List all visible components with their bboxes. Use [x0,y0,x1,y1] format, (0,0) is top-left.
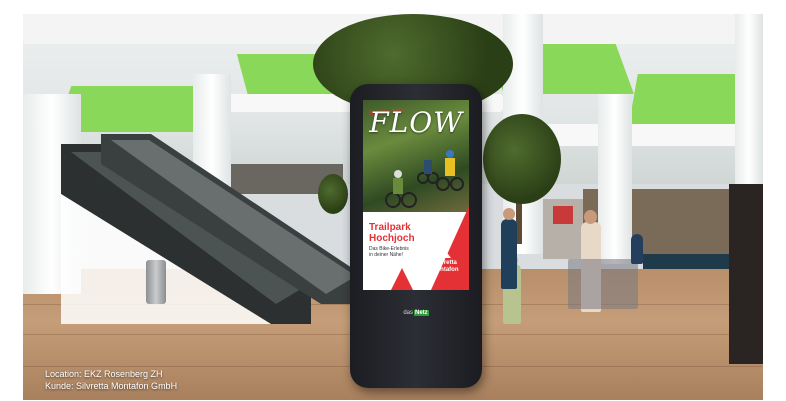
mountain-logo-icon [439,250,451,258]
tree-canopy [318,174,348,214]
kiosk-logo-text: das [403,310,413,316]
poster-subtitle: Das Bike-Erlebnis in deiner Nähe! [369,246,409,258]
poster-red-mountain-shape [431,206,469,290]
caption-location: Location: EKZ Rosenberg ZH [45,369,163,379]
escalator [61,134,361,324]
person-head [503,208,515,220]
caption-client: Kunde: Silvretta Montafon GmbH [45,381,178,391]
digital-signage-kiosk: Spüre den FLOW Trailpark Hochjoch Das Bi… [350,84,482,388]
shop-sign [553,206,573,224]
person-head [584,210,597,224]
pillar [598,94,632,264]
pillar [735,14,763,194]
ceiling-beam [543,124,763,146]
poster-brand: Silvretta Montafon [431,260,459,273]
person-man [501,219,517,289]
poster-title: Trailpark Hochjoch [369,222,415,244]
shopping-cart [568,259,638,309]
poster-red-triangle [391,268,413,290]
kiosk-screen: Spüre den FLOW Trailpark Hochjoch Das Bi… [363,100,469,290]
photo-caption: Location: EKZ Rosenberg ZH Kunde: Silvre… [45,368,177,392]
poster-headline: FLOW [369,106,463,139]
kiosk-logo-box: Netz [414,310,429,316]
kiosk-logo: das Netz [402,308,430,318]
photo-frame: Spüre den FLOW Trailpark Hochjoch Das Bi… [23,14,763,400]
person-background [631,234,643,264]
trash-bin [146,260,166,304]
display-shelf [729,184,763,364]
tree-canopy [483,114,561,204]
